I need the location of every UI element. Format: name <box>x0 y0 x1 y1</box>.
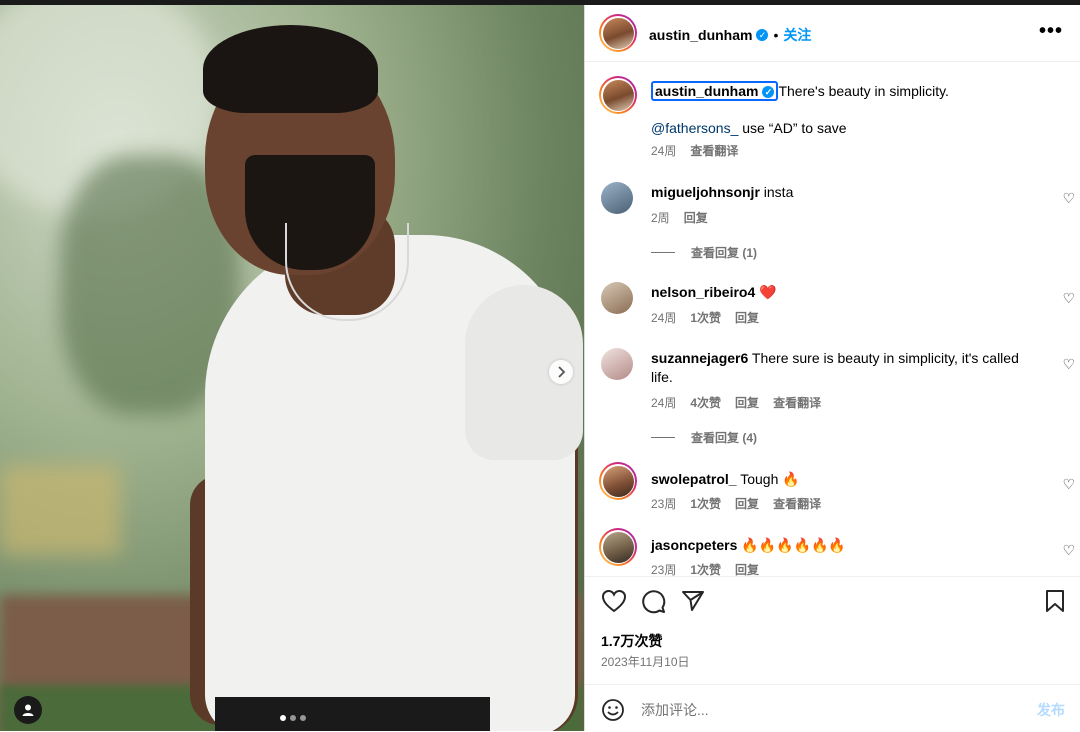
bookmark-icon[interactable] <box>1045 589 1065 613</box>
post-date: 2023年11月10日 <box>601 655 690 669</box>
comment-like-heart-icon[interactable]: ♡ <box>1062 290 1075 307</box>
caption-text: There's beauty in simplicity. <box>778 83 949 99</box>
emoji-icon[interactable] <box>601 698 625 722</box>
post-header: austin_dunham ✓ • 关注 ••• <box>585 5 1080 62</box>
comment-age: 23周 <box>651 563 677 576</box>
follow-button[interactable]: 关注 <box>783 25 811 45</box>
caption-mention-link[interactable]: @fathersons_ <box>651 120 738 136</box>
post-comment-button[interactable]: 发布 <box>1037 700 1065 720</box>
next-arrow-icon <box>558 366 566 378</box>
caption: austin_dunham ✓ There's beauty in simplici… <box>599 76 1071 159</box>
comment-age: 2周 <box>651 211 670 225</box>
post-details-panel: austin_dunham ✓ • 关注 ••• austin_dunham ✓ T… <box>584 5 1080 731</box>
reply-button[interactable]: 回复 <box>684 209 708 226</box>
comment-like-count[interactable]: 1次赞 <box>690 309 721 326</box>
like-count[interactable]: 1.7万次赞 <box>601 631 662 651</box>
comment-text: Tough 🔥 <box>740 471 800 487</box>
caption-age: 24周 <box>651 144 677 158</box>
comment-like-heart-icon[interactable]: ♡ <box>1062 542 1075 559</box>
commenter-avatar[interactable] <box>599 462 637 500</box>
caption-username[interactable]: austin_dunham ✓ <box>651 81 779 101</box>
post-actions: 1.7万次赞 2023年11月10日 <box>585 576 1080 685</box>
commenter-avatar[interactable] <box>601 182 633 214</box>
commenter-avatar[interactable] <box>601 348 633 380</box>
comment-text: 🔥🔥🔥🔥🔥🔥 <box>741 537 846 553</box>
reply-button[interactable]: 回复 <box>735 561 759 576</box>
comment-username[interactable]: suzannejager6 <box>651 350 748 366</box>
comment-icon[interactable] <box>641 589 666 614</box>
see-translation-button[interactable]: 查看翻译 <box>690 142 738 159</box>
view-replies-button[interactable]: 查看回复 (4) <box>651 429 757 446</box>
reply-button[interactable]: 回复 <box>735 309 759 326</box>
comment-like-heart-icon[interactable]: ♡ <box>1062 356 1075 373</box>
like-heart-icon[interactable] <box>601 589 627 613</box>
verified-badge-icon: ✓ <box>762 86 775 99</box>
caption-rest-text: use “AD” to save <box>738 120 847 136</box>
comment-like-heart-icon[interactable]: ♡ <box>1062 190 1075 207</box>
see-translation-button[interactable]: 查看翻译 <box>773 495 821 512</box>
comment-like-count[interactable]: 1次赞 <box>690 561 721 576</box>
comment-username[interactable]: jasoncpeters <box>651 537 737 553</box>
post-media-photo[interactable] <box>0 5 584 731</box>
comment-like-count[interactable]: 1次赞 <box>690 495 721 512</box>
commenter-avatar[interactable] <box>601 282 633 314</box>
view-replies-button[interactable]: 查看回复 (1) <box>651 244 757 261</box>
add-comment-bar: 添加评论... 发布 <box>585 684 1080 732</box>
see-translation-button[interactable]: 查看翻译 <box>773 394 821 411</box>
comment-age: 23周 <box>651 497 677 511</box>
commenter-avatar[interactable] <box>599 528 637 566</box>
reply-button[interactable]: 回复 <box>735 495 759 512</box>
comment-age: 24周 <box>651 311 677 325</box>
author-avatar[interactable] <box>599 14 637 52</box>
separator-dot: • <box>773 27 779 43</box>
comment-username[interactable]: swolepatrol_ <box>651 471 737 487</box>
carousel-dot <box>300 715 306 721</box>
verified-badge-icon: ✓ <box>756 29 769 41</box>
comment-age: 24周 <box>651 396 677 410</box>
user-tag-button[interactable] <box>14 696 42 724</box>
carousel-dots <box>280 715 306 721</box>
comment-like-count[interactable]: 4次赞 <box>690 394 721 411</box>
more-options-icon[interactable]: ••• <box>1039 21 1063 41</box>
carousel-dot <box>290 715 296 721</box>
user-tag-icon <box>22 704 34 716</box>
author-username[interactable]: austin_dunham <box>649 27 752 43</box>
carousel-dot <box>280 715 286 721</box>
reply-button[interactable]: 回复 <box>735 394 759 411</box>
comment-input[interactable]: 添加评论... <box>641 700 709 720</box>
caption-avatar[interactable] <box>599 76 637 114</box>
instagram-post-modal: austin_dunham ✓ • 关注 ••• austin_dunham ✓ T… <box>0 0 1080 731</box>
comment-username[interactable]: migueljohnsonjr <box>651 184 760 200</box>
comment-like-heart-icon[interactable]: ♡ <box>1062 476 1075 493</box>
share-icon[interactable] <box>681 589 705 613</box>
comment-text: ❤️ <box>759 284 777 300</box>
comment-text: insta <box>763 184 794 200</box>
comment-username[interactable]: nelson_ribeiro4 <box>651 284 755 300</box>
next-slide-button[interactable] <box>549 360 573 384</box>
comments-list[interactable]: austin_dunham ✓ There's beauty in simplici… <box>585 62 1080 576</box>
